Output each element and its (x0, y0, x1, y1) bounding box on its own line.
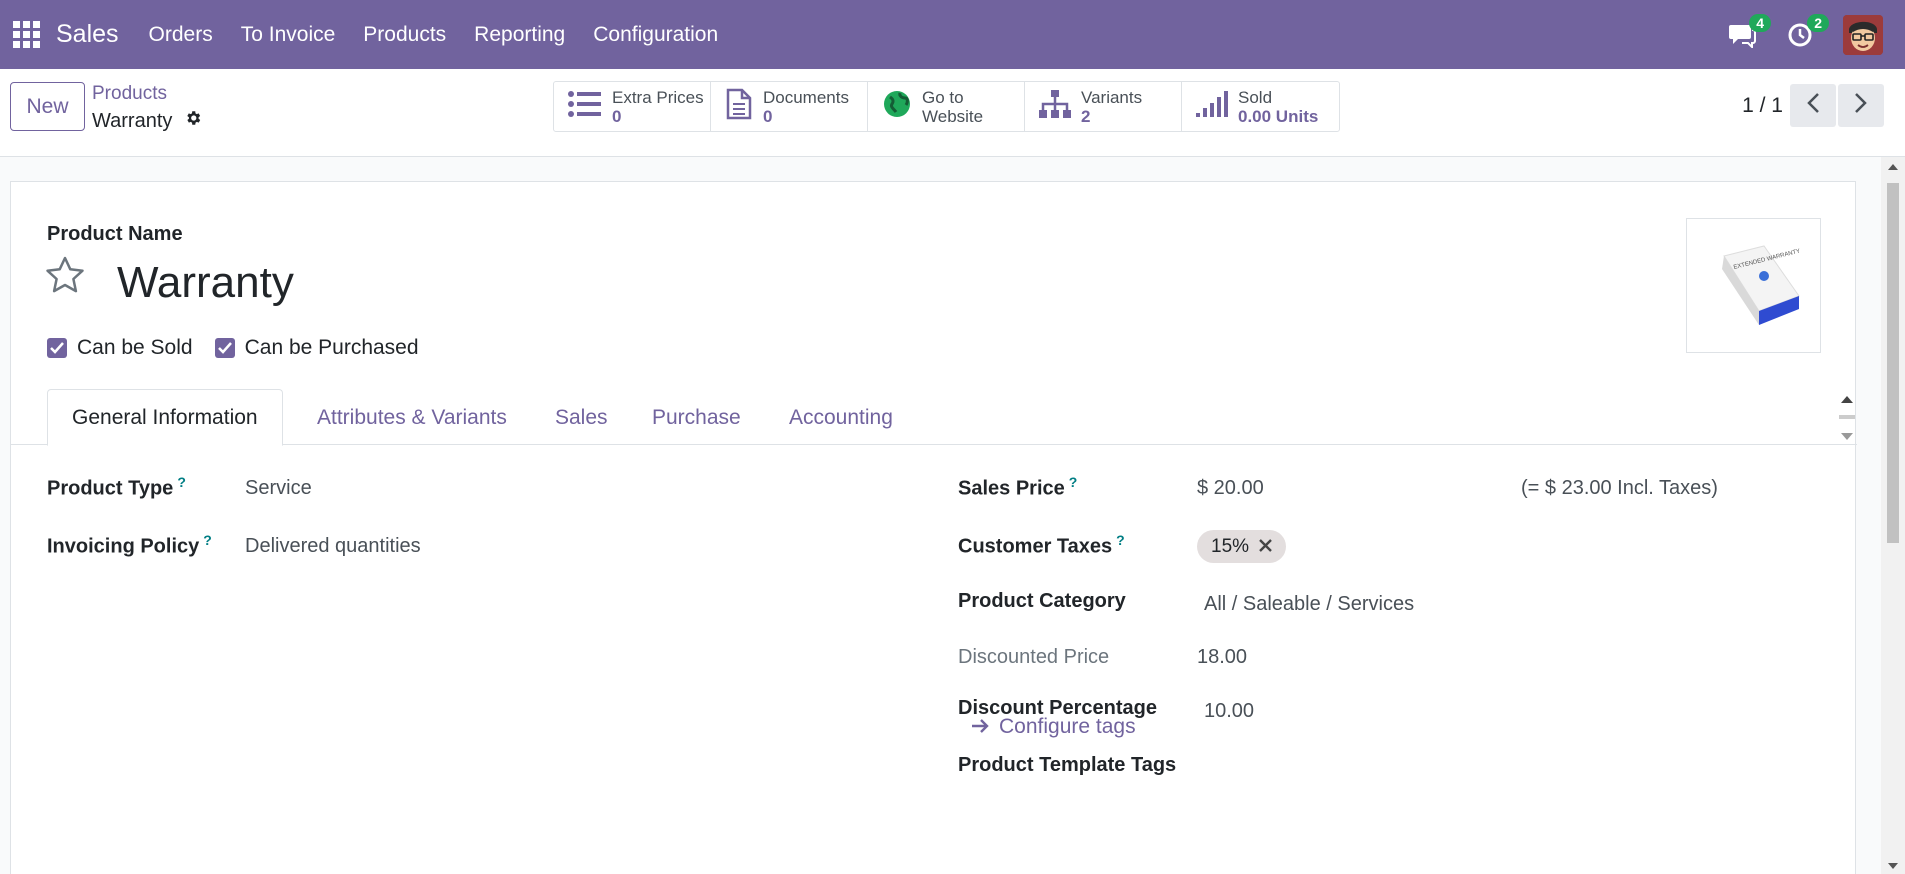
tax-tag-label: 15% (1211, 535, 1250, 557)
top-navbar: Sales Orders To Invoice Products Reporti… (0, 0, 1905, 69)
nav-configuration[interactable]: Configuration (579, 23, 732, 47)
extra-prices-button[interactable]: Extra Prices 0 (554, 82, 711, 131)
product-category-label: Product Category (958, 590, 1126, 612)
form-tabs: General Information Attributes & Variant… (11, 389, 1857, 446)
checkmark-icon (47, 338, 67, 358)
page-scrollbar-thumb[interactable] (1887, 183, 1899, 543)
chevron-right-icon (1854, 92, 1868, 119)
configure-tags-link[interactable]: Configure tags (971, 715, 1136, 739)
pager-value[interactable]: 1 / 1 (1742, 94, 1783, 118)
favorite-star-icon[interactable] (45, 256, 85, 299)
breadcrumb-products[interactable]: Products (92, 83, 167, 105)
help-icon[interactable]: ? (203, 532, 212, 548)
tab-attributes-variants[interactable]: Attributes & Variants (293, 389, 531, 446)
product-image[interactable]: EXTENDED WARRANTY (1686, 218, 1821, 353)
can-be-sold-checkbox[interactable]: Can be Sold (47, 336, 193, 360)
page-scrollbar[interactable] (1881, 157, 1905, 874)
tab-sales[interactable]: Sales (531, 389, 632, 446)
invoicing-policy-label-text: Invoicing Policy (47, 535, 200, 558)
pager-next-button[interactable] (1838, 84, 1884, 127)
help-icon[interactable]: ? (1069, 474, 1078, 490)
signal-icon (1196, 91, 1228, 122)
messages-icon[interactable]: 4 (1727, 13, 1771, 50)
sold-value: 0.00 Units (1238, 106, 1319, 126)
tab-general-information[interactable]: General Information (47, 389, 283, 446)
sold-label: Sold (1238, 87, 1273, 107)
invoicing-policy-label: Invoicing Policy? (47, 532, 212, 559)
variants-label: Variants (1081, 87, 1143, 107)
product-template-tags-label: Product Template Tags (958, 754, 1177, 776)
extra-prices-value: 0 (612, 106, 622, 126)
pager-previous-button[interactable] (1790, 84, 1836, 127)
new-button[interactable]: New (10, 82, 85, 131)
control-panel: New Products Warranty Extra Prices 0 Doc… (0, 69, 1905, 157)
product-name-input[interactable]: Warranty (117, 258, 294, 308)
sales-price-label-text: Sales Price (958, 477, 1065, 500)
product-type-label: Product Type? (47, 474, 186, 501)
sold-button[interactable]: Sold 0.00 Units (1182, 82, 1339, 131)
tax-tag[interactable]: 15% (1197, 530, 1287, 563)
product-checkboxes: Can be Sold Can be Purchased (47, 336, 419, 360)
sales-price-input[interactable]: $ 20.00 (1197, 477, 1264, 500)
discounted-price-label: Discounted Price (958, 646, 1110, 668)
can-be-purchased-checkbox[interactable]: Can be Purchased (214, 336, 419, 360)
discount-percentage-input[interactable]: 10.00 (1204, 700, 1254, 723)
nav-products[interactable]: Products (349, 23, 460, 47)
globe-icon (882, 89, 912, 124)
extra-prices-label: Extra Prices (612, 87, 704, 107)
tab-purchase[interactable]: Purchase (628, 389, 765, 446)
messages-badge: 4 (1749, 13, 1771, 32)
list-icon (568, 90, 602, 123)
user-avatar[interactable] (1843, 14, 1883, 55)
documents-label: Documents (763, 87, 849, 107)
product-type-value[interactable]: Service (245, 477, 312, 500)
variants-value: 2 (1081, 106, 1091, 126)
app-title[interactable]: Sales (56, 20, 119, 49)
can-be-purchased-label: Can be Purchased (244, 336, 419, 359)
product-name-label: Product Name (47, 223, 183, 245)
documents-button[interactable]: Documents 0 (711, 82, 868, 131)
customer-taxes-label: Customer Taxes? (958, 532, 1125, 559)
configure-tags-label: Configure tags (999, 715, 1136, 738)
nav-orders[interactable]: Orders (135, 23, 227, 47)
chevron-left-icon (1806, 92, 1820, 119)
gear-icon[interactable] (184, 109, 202, 133)
customer-taxes-label-text: Customer Taxes (958, 535, 1113, 558)
smart-buttons: Extra Prices 0 Documents 0 Go to Website (553, 81, 1340, 132)
app-menu-icon[interactable] (0, 0, 52, 69)
arrow-right-icon (971, 715, 989, 739)
product-type-label-text: Product Type (47, 477, 174, 500)
documents-value: 0 (763, 106, 773, 126)
invoicing-policy-value[interactable]: Delivered quantities (245, 535, 421, 558)
help-icon[interactable]: ? (1116, 532, 1125, 548)
incl-taxes-value: (= $ 23.00 Incl. Taxes) (1521, 477, 1718, 499)
breadcrumb-current: Warranty (92, 109, 202, 133)
sitemap-icon (1039, 90, 1071, 123)
variants-button[interactable]: Variants 2 (1025, 82, 1182, 131)
can-be-sold-label: Can be Sold (77, 336, 193, 359)
sales-price-label: Sales Price? (958, 474, 1077, 501)
go-to-label: Go to (922, 87, 964, 107)
help-icon[interactable]: ? (177, 474, 186, 490)
tab-accounting[interactable]: Accounting (765, 389, 917, 446)
tabs-scroll-control[interactable] (1837, 393, 1857, 443)
activities-badge: 2 (1807, 13, 1829, 32)
activities-clock-icon[interactable]: 2 (1785, 13, 1829, 50)
document-icon (725, 88, 753, 125)
close-icon[interactable] (1259, 536, 1272, 558)
website-label: Website (922, 106, 984, 126)
nav-to-invoice[interactable]: To Invoice (227, 23, 350, 47)
discounted-price-value: 18.00 (1197, 646, 1248, 668)
nav-reporting[interactable]: Reporting (460, 23, 579, 47)
breadcrumb-current-label: Warranty (92, 109, 173, 132)
product-category-value[interactable]: All / Saleable / Services (1204, 593, 1414, 616)
checkmark-icon (214, 338, 235, 358)
go-to-website-button[interactable]: Go to Website (868, 82, 1025, 131)
form-sheet: Product Name Warranty Can be Sold Can be… (10, 181, 1857, 874)
